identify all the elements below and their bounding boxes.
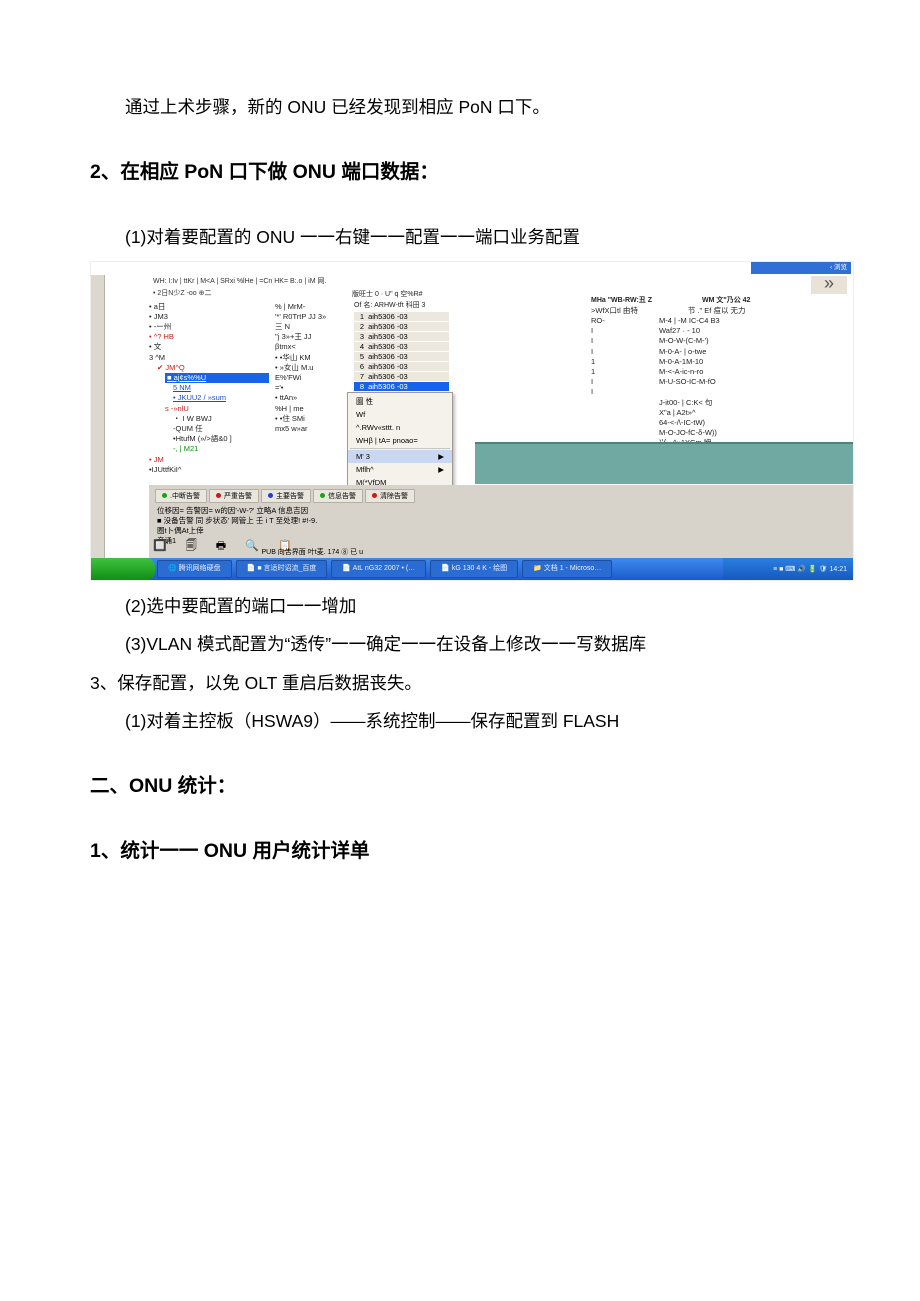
context-menu-1[interactable]: 圖 性Wf^.RWv«sttt. nWHβ | tA= pnoao= M' 3▶M… <box>347 392 453 492</box>
step-3: 3、保存配置，以免 OLT 重启后数据丧失。 <box>90 664 830 703</box>
tree-node[interactable]: -QUM 任 <box>173 424 269 434</box>
center-label: ='• <box>275 383 350 393</box>
step-2-3: (3)VLAN 模式配置为“透传”一一确定一一在设备上修改一一写数据库 <box>90 625 830 664</box>
tree-node[interactable]: -, | M21 <box>173 444 269 454</box>
left-rail <box>91 275 105 558</box>
tree-node[interactable]: •IJUttfKiI^ <box>149 465 269 475</box>
tree-node[interactable]: 3 ^M <box>149 353 269 363</box>
center-label: • ttAn» <box>275 393 350 403</box>
tree-node[interactable]: • ^? HB <box>149 332 269 342</box>
alarm-label: 圈t卜偶At上倖 <box>157 526 317 536</box>
heading-step-2: 2、在相应 PoN 口下做 ONU 端口数据： <box>90 153 830 192</box>
taskbar-button[interactable]: 📄 ■ 言适时诏流_百度 <box>236 560 328 578</box>
center-labels: % | MrM-'*' R0TrtP JJ 3»三 N''j 3»+王 JJβt… <box>275 302 350 435</box>
detail-scroll-panel <box>475 442 854 484</box>
center-label: E%'FWi <box>275 373 350 383</box>
tree-node[interactable]: ・ I W BWJ <box>173 414 269 424</box>
step-3-1: (1)对着主控板（HSWA9）——系统控制——保存配置到 FLASH <box>90 702 830 741</box>
start-button[interactable] <box>91 558 155 580</box>
menu-item[interactable]: Mflh^▶ <box>348 463 452 476</box>
menu-item[interactable]: Wf <box>348 408 452 421</box>
menu-item[interactable]: WHβ | tA= pnoao= <box>348 434 452 447</box>
alarm-tab[interactable]: 信息告警 <box>313 489 363 503</box>
center-label: ''j 3»+王 JJ <box>275 332 350 342</box>
step-2-1: (1)对着要配置的 ONU 一一右键一一配置一一端口业务配置 <box>90 218 830 257</box>
panel-status: PUB 向吿界面 叶t麦. 174 ⑧ 已 u <box>261 547 363 557</box>
menu-item[interactable]: 圖 性 <box>348 395 452 408</box>
tree-node[interactable]: • JM <box>149 455 269 465</box>
alarm-panel[interactable]: .中断告警严重告警主要告警信息告警清除告警 位移因= 告警因= w的因'-W-?… <box>149 485 853 559</box>
windows-taskbar[interactable]: 🌐 腾讯网络硬盘📄 ■ 言适时诏流_百度📄 AtL nG32 2007 • (…… <box>91 558 853 580</box>
heading-section-2-1: 1、统计一一 ONU 用户统计详单 <box>90 832 830 871</box>
tree-node[interactable]: ✔ JM^Q <box>157 363 269 373</box>
list-row[interactable]: 6 aih5306 -03 <box>354 362 449 372</box>
taskbar-button[interactable]: 📁 文档 1 - Microso… <box>522 560 612 578</box>
center-label: '*' R0TrtP JJ 3» <box>275 312 350 322</box>
list-row[interactable]: 4 aih5306 -03 <box>354 342 449 352</box>
center-label: • »女山 M.u <box>275 363 350 373</box>
tree-node[interactable]: • a日 <box>149 302 269 312</box>
tree-node[interactable]: • JM3 <box>149 312 269 322</box>
center-label: mx5 w»ar <box>275 424 350 434</box>
list-row[interactable]: 3 aih5306 -03 <box>354 332 449 342</box>
alarm-tab[interactable]: .中断告警 <box>155 489 207 503</box>
list-row[interactable]: 2 aih5306 -03 <box>354 322 449 332</box>
tree-node[interactable]: 5 NM <box>173 383 269 393</box>
tree-node[interactable]: ■ aj¢s%%U <box>165 373 269 383</box>
system-tray[interactable]: ≡ ■ ⌨ 🔊 🔋 🛡 14:21 <box>723 558 853 580</box>
device-tree[interactable]: • a日• JM3• -ー州• ^? HB• 文3 ^M✔ JM^Q■ aj¢s… <box>149 302 269 475</box>
taskbar-button[interactable]: 📄 AtL nG32 2007 • (… <box>331 560 426 578</box>
tree-node[interactable]: • -ー州 <box>149 322 269 332</box>
menu-item[interactable]: M' 3▶ <box>348 450 452 463</box>
tree-node[interactable]: •HtufM (»/>語&0 ] <box>173 434 269 444</box>
center-label: βtmx< <box>275 342 350 352</box>
ui-tabstrip: ‹ 浏览 <box>751 262 851 274</box>
tree-node[interactable]: s -»nlU <box>165 404 269 414</box>
center-label: % | MrM- <box>275 302 350 312</box>
center-label: 三 N <box>275 322 350 332</box>
center-label: %H | me <box>275 404 350 414</box>
taskbar-button[interactable]: 🌐 腾讯网络硬盘 <box>157 560 232 578</box>
heading-section-2: 二、ONU 统计： <box>90 767 830 806</box>
list-header: Of 名: ARHW-tft 科田 3 <box>354 301 449 311</box>
list-row[interactable]: 1 aih5306 -03 <box>354 312 449 322</box>
alarm-tab[interactable]: 严重告警 <box>209 489 259 503</box>
embedded-screenshot: ‹ 浏览 » WH: I:Iv | ttKr | M<A | SRxi %lHe… <box>90 261 830 581</box>
alarm-label: 位移因= 告警因= w的因'-W-?' 立略A 信息吉因 <box>157 506 317 516</box>
list-row[interactable]: 7 aih5306 -03 <box>354 372 449 382</box>
detail-columns: MHa "WB-RW:丑 ZWM 文"乃公 42>WfX口tl 由特节 ." E… <box>591 296 851 459</box>
tree-node[interactable]: • 文 <box>149 342 269 352</box>
center-label: • •住 SMi <box>275 414 350 424</box>
center-label: • •华山 KM <box>275 353 350 363</box>
taskbar-button[interactable]: 📄 kG 130 4 K - 绘图 <box>430 560 518 578</box>
alarm-tab[interactable]: 主要告警 <box>261 489 311 503</box>
paragraph-step-result: 通过上术步骤，新的 ONU 已经发现到相应 PoN 口下。 <box>90 90 830 125</box>
list-row[interactable]: 5 aih5306 -03 <box>354 352 449 362</box>
menu-item[interactable]: ^.RWv«sttt. n <box>348 421 452 434</box>
tree-node[interactable]: • JKUU2 / »sum <box>173 393 269 403</box>
alarm-label: ■ 没备告警 同 步状态' 网管上 壬 i T 至处理! #!-9. <box>157 516 317 526</box>
step-2-2: (2)选中要配置的端口一一增加 <box>90 587 830 626</box>
alarm-tab[interactable]: 清除告警 <box>365 489 415 503</box>
